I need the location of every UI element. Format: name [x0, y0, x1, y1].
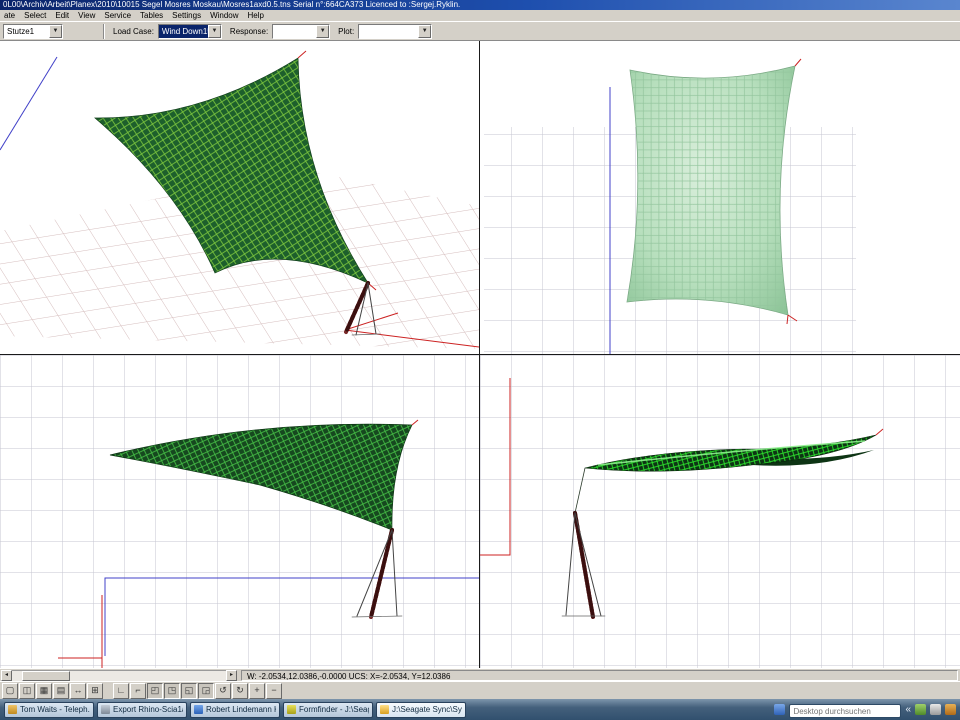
app-icon: [287, 705, 296, 714]
element-combo[interactable]: Stutze1 ▼: [3, 24, 63, 39]
rotate-ccw-icon[interactable]: ↺: [215, 683, 231, 699]
viewport-side-elevation[interactable]: [480, 355, 960, 668]
menu-item-settings[interactable]: Settings: [172, 11, 201, 20]
taskbar-button-explorer[interactable]: J:\Seagate Sync\Syn...: [376, 702, 466, 718]
menu-item-view[interactable]: View: [78, 11, 95, 20]
titlebar[interactable]: 0L00\Archiv\Arbeit\Planex\2010\10015 Seg…: [0, 0, 960, 10]
main-toolbar: Stutze1 ▼ Load Case: Wind Down15 ▼ Respo…: [0, 21, 960, 41]
table-icon[interactable]: ▤: [53, 683, 69, 699]
viewport-front-elevation[interactable]: [0, 355, 479, 668]
plan-canvas: [480, 41, 960, 354]
system-tray: «: [774, 701, 956, 719]
response-value: [273, 25, 316, 38]
task-label: Formfinder - J:\Seagate ...: [299, 705, 369, 714]
menubar: ate Select Edit View Service Tables Sett…: [0, 10, 960, 21]
tray-icon-2[interactable]: [930, 704, 941, 715]
menu-item-ate[interactable]: ate: [4, 11, 15, 20]
plot-label: Plot:: [338, 27, 354, 36]
taskbar-button-music[interactable]: Tom Waits - Teleph...: [4, 702, 94, 718]
menu-item-service[interactable]: Service: [104, 11, 131, 20]
coordinate-readout: W: -2.0534,12.0386,-0.0000 UCS: X=-2.053…: [241, 670, 958, 681]
sail-mesh: [627, 66, 795, 315]
scrollbar-thumb[interactable]: [22, 671, 70, 681]
load-case-value: Wind Down15: [159, 25, 208, 38]
menu-item-edit[interactable]: Edit: [55, 11, 69, 20]
view-q3-icon[interactable]: ◱: [181, 683, 197, 699]
tray-icon-3[interactable]: [945, 704, 956, 715]
plot-combo[interactable]: ▼: [358, 24, 432, 39]
view-q1-icon[interactable]: ◰: [147, 683, 163, 699]
elevation-grid: [480, 355, 960, 668]
app-icon: [380, 705, 389, 714]
tray-expand-icon[interactable]: «: [905, 705, 911, 715]
load-case-combo[interactable]: Wind Down15 ▼: [158, 24, 222, 39]
load-case-label: Load Case:: [113, 27, 154, 36]
dropdown-arrow-icon[interactable]: ▼: [49, 25, 62, 38]
view-q4-icon[interactable]: ◲: [198, 683, 214, 699]
task-label: J:\Seagate Sync\Syn...: [392, 705, 462, 714]
rotate-cw-icon[interactable]: ↻: [232, 683, 248, 699]
dropdown-arrow-icon[interactable]: ▼: [316, 25, 329, 38]
dropdown-arrow-icon[interactable]: ▼: [208, 25, 221, 38]
axis-corner-icon[interactable]: ∟: [113, 683, 129, 699]
application-window: 0L00\Archiv\Arbeit\Planex\2010\10015 Seg…: [0, 0, 960, 720]
zoom-window-icon[interactable]: ⊞: [87, 683, 103, 699]
scroll-right-icon[interactable]: ▸: [226, 670, 237, 681]
desktop-search-input[interactable]: [789, 704, 901, 718]
icon-toolbar: ▢ ◫ ▦ ▤ ↔ ⊞ ∟ ⌐ ◰ ◳ ◱ ◲ ↺ ↻ + −: [0, 681, 960, 699]
save-icon[interactable]: ▦: [36, 683, 52, 699]
new-page-icon[interactable]: ▢: [2, 683, 18, 699]
viewport-grid: [0, 41, 960, 668]
app-icon: [8, 705, 17, 714]
pan-icon[interactable]: ↔: [70, 683, 86, 699]
dropdown-arrow-icon[interactable]: ▼: [418, 25, 431, 38]
copy-icon[interactable]: ◫: [19, 683, 35, 699]
taskbar-button-formfinder[interactable]: Formfinder - J:\Seagate ...: [283, 702, 373, 718]
view-top-icon[interactable]: ⌐: [130, 683, 146, 699]
app-icon: [194, 705, 203, 714]
menu-item-select[interactable]: Select: [24, 11, 46, 20]
response-combo[interactable]: ▼: [272, 24, 330, 39]
response-label: Response:: [230, 27, 268, 36]
taskbar: Tom Waits - Teleph... Export Rhino-Scia1…: [0, 699, 960, 720]
perspective-canvas: [0, 41, 479, 354]
task-label: Robert Lindemann KG Gr...: [206, 705, 276, 714]
elevation-grid: [0, 355, 479, 668]
tray-icon-1[interactable]: [915, 704, 926, 715]
view-tools-group: ∟ ⌐ ◰ ◳ ◱ ◲ ↺ ↻ + −: [113, 683, 282, 699]
taskbar-button-browser[interactable]: Robert Lindemann KG Gr...: [190, 702, 280, 718]
plot-value: [359, 25, 418, 38]
tray-icon-app[interactable]: [774, 704, 785, 715]
menu-item-window[interactable]: Window: [210, 11, 238, 20]
desktop-search: [789, 701, 901, 719]
element-combo-value: Stutze1: [4, 25, 49, 38]
zoom-in-icon[interactable]: +: [249, 683, 265, 699]
menu-item-help[interactable]: Help: [248, 11, 264, 20]
toolbar-separator: [103, 24, 105, 39]
taskbar-button-rhino[interactable]: Export Rhino-Scia1a - Rh...: [97, 702, 187, 718]
side-canvas: [480, 355, 960, 668]
viewport-perspective[interactable]: [0, 41, 479, 354]
scrollbar-track[interactable]: [12, 670, 226, 681]
task-label: Tom Waits - Teleph...: [20, 705, 90, 714]
menu-item-tables[interactable]: Tables: [140, 11, 163, 20]
viewport-plan[interactable]: [480, 41, 960, 354]
window-title: 0L00\Archiv\Arbeit\Planex\2010\10015 Seg…: [3, 0, 460, 9]
statusbar: ◂ ▸ W: -2.0534,12.0386,-0.0000 UCS: X=-2…: [0, 668, 960, 681]
view-q2-icon[interactable]: ◳: [164, 683, 180, 699]
horizontal-scrollbar[interactable]: ◂ ▸: [1, 670, 237, 681]
zoom-out-icon[interactable]: −: [266, 683, 282, 699]
task-label: Export Rhino-Scia1a - Rh...: [113, 705, 183, 714]
axis-line-blue: [0, 57, 57, 150]
app-icon: [101, 705, 110, 714]
file-tools-group: ▢ ◫ ▦ ▤ ↔ ⊞: [2, 683, 103, 699]
scroll-left-icon[interactable]: ◂: [1, 670, 12, 681]
front-canvas: [0, 355, 479, 668]
